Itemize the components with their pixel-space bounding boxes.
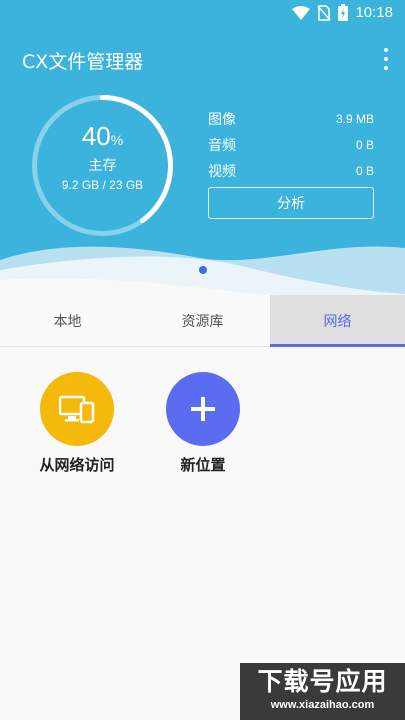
access-from-network-button[interactable]: 从网络访问 <box>22 372 132 475</box>
more-options-icon[interactable] <box>381 48 391 70</box>
watermark-title: 下载号应用 <box>257 667 388 696</box>
access-label: 从网络访问 <box>39 456 115 474</box>
access-circle <box>40 372 114 446</box>
stat-value: 3.9 MB <box>335 112 374 126</box>
tab-library[interactable]: 资源库 <box>135 295 270 346</box>
analyze-button[interactable]: 分析 <box>208 187 374 219</box>
page-indicator-dot <box>199 266 207 274</box>
tab-local[interactable]: 本地 <box>0 295 135 346</box>
media-stats: 图像 3.9 MB 音频 0 B 视频 0 B <box>208 106 374 184</box>
new-location-label: 新位置 <box>180 456 226 474</box>
status-bar: 10:18 <box>0 0 405 28</box>
wifi-icon <box>292 5 311 20</box>
new-location-circle <box>166 372 240 446</box>
storage-percent: 40% <box>81 121 124 151</box>
stat-name: 音频 <box>208 138 236 154</box>
watermark-url: www.xiazaihao.com <box>270 699 375 711</box>
stat-audio[interactable]: 音频 0 B <box>208 132 374 158</box>
clock: 10:18 <box>355 4 393 21</box>
stat-name: 图像 <box>208 112 236 128</box>
storage-gauge[interactable]: 40% 主存 9.2 GB / 23 GB <box>30 93 175 238</box>
storage-usage: 9.2 GB / 23 GB <box>61 178 144 192</box>
battery-charging-icon <box>338 4 349 21</box>
app-title: CX文件管理器 <box>22 51 144 73</box>
tab-bar: 本地 资源库 网络 <box>0 295 405 347</box>
tab-network[interactable]: 网络 <box>270 295 405 347</box>
new-location-button[interactable]: 新位置 <box>148 372 258 475</box>
wave-decoration <box>0 246 405 295</box>
storage-header: 10:18 CX文件管理器 40% 主存 9.2 GB / 23 GB 图像 3… <box>0 0 405 295</box>
stat-video[interactable]: 视频 0 B <box>208 158 374 184</box>
stat-images[interactable]: 图像 3.9 MB <box>208 106 374 132</box>
no-sim-icon <box>317 4 332 21</box>
watermark: 下载号应用 www.xiazaihao.com <box>240 663 405 720</box>
plus-icon <box>191 397 215 421</box>
stat-value: 0 B <box>355 138 374 152</box>
stat-name: 视频 <box>208 164 236 180</box>
stat-value: 0 B <box>355 164 374 178</box>
storage-label: 主存 <box>88 158 117 174</box>
devices-icon <box>59 395 95 424</box>
